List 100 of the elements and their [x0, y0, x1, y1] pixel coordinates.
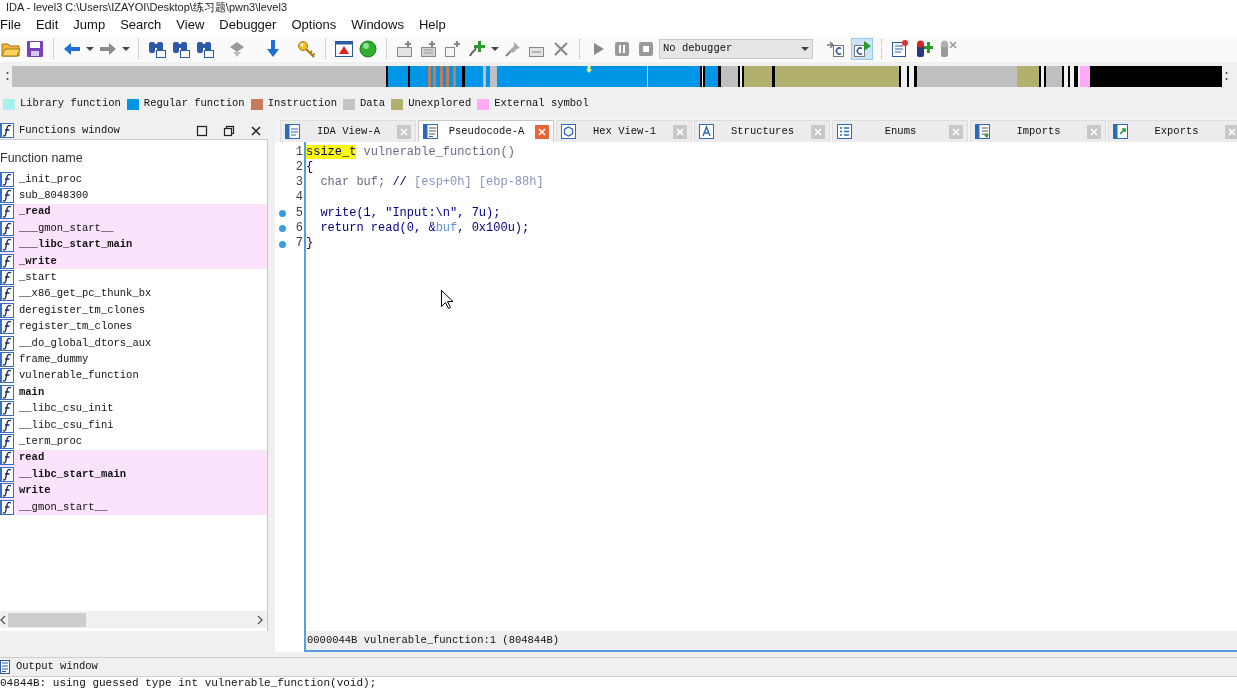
tab[interactable]: IDA View-A: [280, 120, 416, 142]
mouse-pointer-icon: [441, 290, 453, 309]
menu-item[interactable]: Search: [120, 16, 162, 33]
function-name: _term_proc: [19, 434, 82, 448]
tab-label: Hex View-1: [592, 123, 657, 139]
function-name: deregister_tm_clones: [19, 303, 146, 317]
function-icon: [0, 368, 14, 384]
function-row[interactable]: __libc_start_main: [0, 466, 267, 483]
navigation-band[interactable]: [12, 65, 1222, 87]
line-number: 4: [294, 190, 304, 206]
legend-label: Data: [359, 96, 386, 112]
menu-item[interactable]: Help: [419, 16, 446, 33]
menu-item[interactable]: Debugger: [219, 16, 277, 33]
function-name: _read: [19, 205, 51, 219]
chevron-right-icon[interactable]: [257, 614, 263, 625]
binoculars-icon[interactable]: [147, 39, 167, 59]
list-window-icon[interactable]: [890, 39, 910, 59]
tab[interactable]: Structures: [694, 120, 830, 142]
function-name: _write: [19, 254, 57, 268]
scrollbar-thumb[interactable]: [8, 612, 86, 627]
function-icon: [0, 401, 14, 417]
hexagon-icon[interactable]: [561, 124, 576, 139]
binoculars-icon[interactable]: [195, 39, 215, 59]
list-icon[interactable]: [837, 124, 852, 139]
key-icon[interactable]: [297, 39, 317, 59]
position-marker-icon: [586, 66, 592, 73]
pause-icon[interactable]: [612, 39, 632, 59]
legend-label: Library function: [20, 96, 121, 112]
caret-down-icon[interactable]: [122, 47, 130, 51]
breakpoint-add-icon[interactable]: [914, 39, 934, 59]
import-icon[interactable]: [975, 124, 990, 139]
menu-item[interactable]: Options: [291, 16, 337, 33]
maximize-icon[interactable]: [196, 124, 208, 137]
warning-window-icon[interactable]: [334, 39, 354, 59]
function-name: register_tm_clones: [19, 320, 133, 334]
close-icon[interactable]: [250, 124, 262, 137]
function-icon: [0, 270, 14, 286]
function-icon: [0, 466, 14, 482]
wand-plus-icon[interactable]: [467, 39, 487, 59]
function-name: frame_dummy: [19, 353, 89, 366]
restore-icon[interactable]: [223, 124, 235, 137]
text-plus-icon[interactable]: [443, 39, 463, 59]
code-line: return read(0, &buf, 0x100u);: [319, 221, 530, 237]
function-icon: [0, 302, 14, 318]
function-icon: [0, 417, 14, 433]
code-jump-icon: [826, 39, 846, 59]
function-name: __gmon_start__: [19, 500, 108, 514]
status-text: 0000044B vulnerable_function:1 (804844B): [307, 634, 560, 647]
list-window-icon: [0, 660, 10, 674]
tab[interactable]: Imports: [970, 120, 1106, 142]
menu-item[interactable]: Jump: [73, 16, 106, 33]
function-row[interactable]: write: [0, 482, 267, 499]
caret-down-icon[interactable]: [86, 47, 94, 51]
caret-down-icon[interactable]: [491, 47, 499, 51]
function-row[interactable]: ___gmon_start__: [0, 220, 267, 237]
toolbar-toggle-button[interactable]: [851, 38, 873, 60]
tab[interactable]: Exports: [1108, 120, 1237, 142]
caret-down-icon[interactable]: [801, 47, 809, 51]
grip-icon[interactable]: [1225, 71, 1228, 81]
function-icon: [0, 450, 14, 466]
structure-icon[interactable]: [699, 124, 714, 139]
tab-label: IDA View-A: [316, 123, 381, 139]
function-icon: [0, 204, 14, 220]
menu-item[interactable]: View: [176, 16, 205, 33]
export-icon[interactable]: [1113, 124, 1128, 139]
stop-icon[interactable]: [636, 39, 656, 59]
tab[interactable]: Pseudocode-A: [418, 120, 554, 142]
data-plus-icon[interactable]: [419, 39, 439, 59]
legend-label: Instruction: [267, 96, 337, 112]
document-icon[interactable]: [423, 124, 438, 139]
function-name: _start: [19, 271, 57, 285]
code-line: ssize_t vulnerable_function(): [306, 144, 515, 160]
function-name: ___libc_start_main: [19, 238, 133, 252]
menu-item[interactable]: Edit: [35, 16, 59, 33]
line-number: 3: [294, 175, 304, 191]
code-plus-icon[interactable]: [395, 39, 415, 59]
binoculars-icon[interactable]: [171, 39, 191, 59]
function-name: vulnerable_function: [19, 369, 139, 383]
tab[interactable]: Enums: [832, 120, 968, 142]
save-icon[interactable]: [25, 39, 45, 59]
code-line: char buf; // [esp+0h] [ebp-88h]: [319, 175, 544, 191]
panel-title: Output window: [16, 659, 98, 675]
chevron-left-icon[interactable]: [0, 614, 6, 625]
window-title: IDA - level3 C:\Users\IZAYOI\Desktop\练习题\pwn3\level3: [6, 0, 287, 13]
toolbar-toggle-button[interactable]: [825, 38, 847, 60]
horizontal-scrollbar[interactable]: [0, 611, 267, 628]
function-name: main: [19, 385, 45, 399]
tab[interactable]: Hex View-1: [556, 120, 692, 142]
function-icon: [0, 123, 14, 138]
function-icon: [0, 220, 14, 236]
window-icon[interactable]: [285, 124, 300, 139]
menu-item[interactable]: Windows: [351, 16, 404, 33]
legend-label: External symbol: [494, 96, 589, 112]
grip-icon[interactable]: [6, 71, 9, 81]
function-name: __do_global_dtors_aux: [19, 336, 152, 350]
function-icon: [0, 253, 14, 269]
debugger-select[interactable]: No debugger: [659, 39, 813, 59]
column-header[interactable]: Function name: [0, 151, 83, 165]
menu-item[interactable]: File: [0, 16, 21, 33]
ball-icon[interactable]: [358, 39, 378, 59]
